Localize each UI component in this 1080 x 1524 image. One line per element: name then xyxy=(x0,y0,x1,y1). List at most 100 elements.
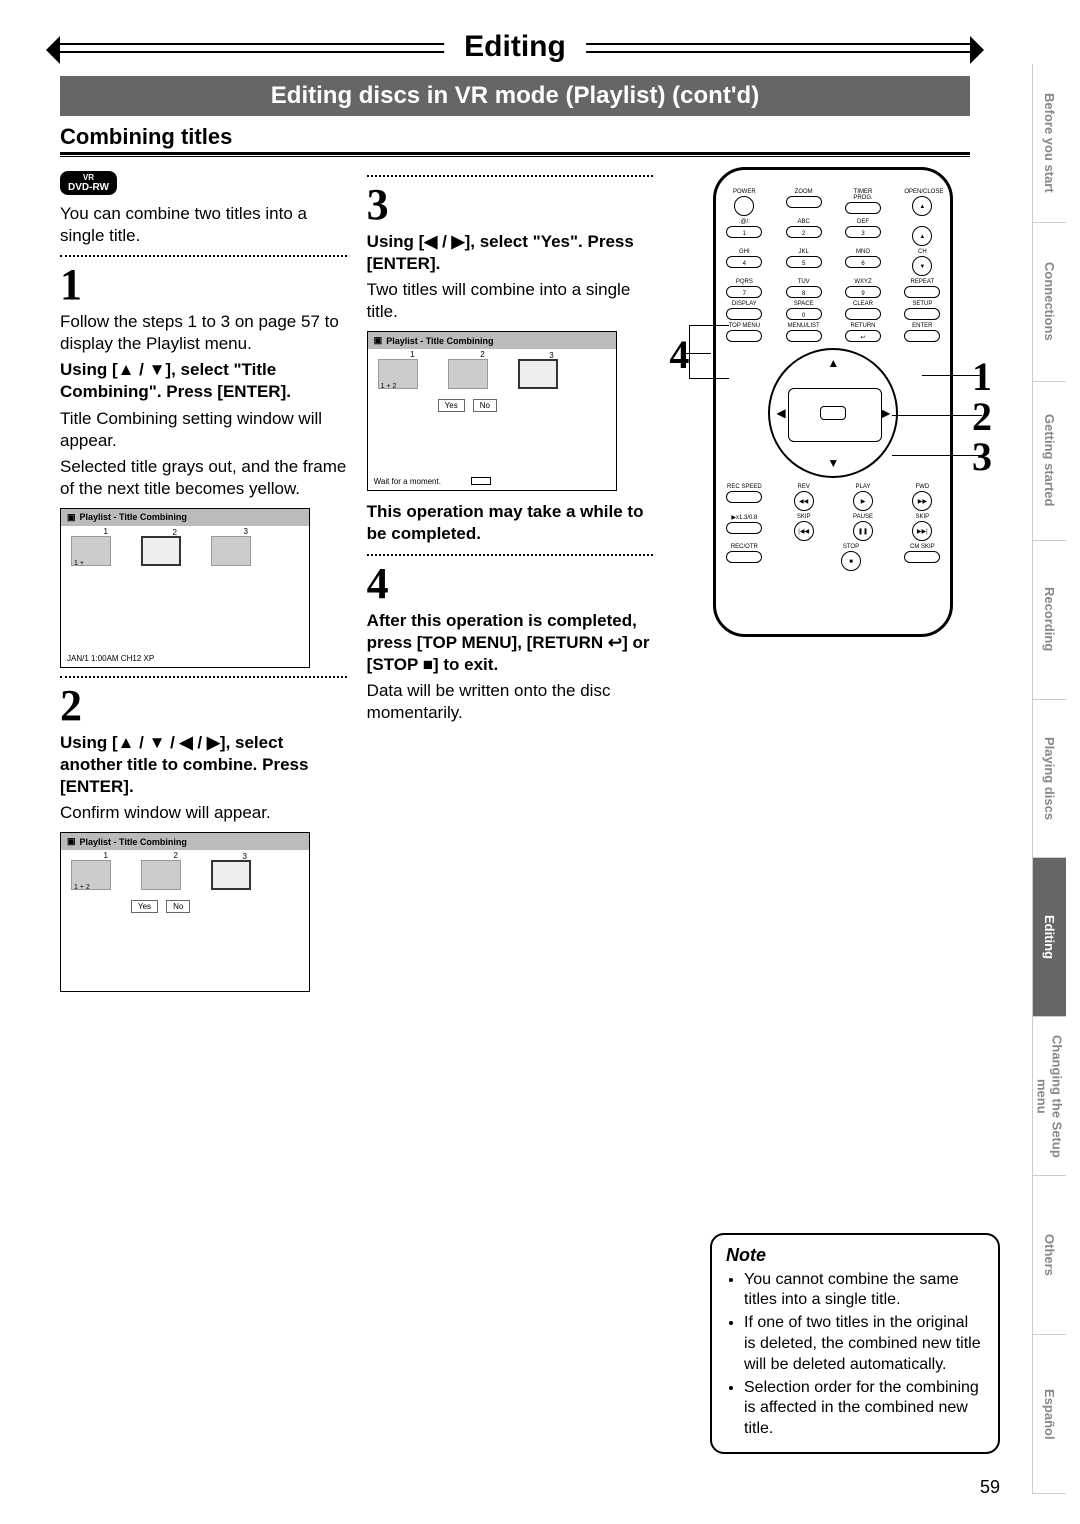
key-2: 2 xyxy=(786,226,822,238)
arrow-right-icon: ▶ xyxy=(881,406,890,420)
folder-icon: ▣ xyxy=(67,836,76,847)
key-4: 4 xyxy=(726,256,762,268)
dvd-rw-badge: VR DVD-RW xyxy=(60,171,117,195)
folder-icon: ▣ xyxy=(374,335,383,346)
key-0: 0 xyxy=(786,308,822,320)
screen-step3: ▣Playlist - Title Combining 11 + 2 2 3 Y… xyxy=(367,331,617,491)
tab-before-you-start: Before you start xyxy=(1032,64,1066,223)
zoom-button xyxy=(786,196,822,208)
progress-icon xyxy=(471,477,491,485)
key-5: 5 xyxy=(786,256,822,268)
intro-text: You can combine two titles into a single… xyxy=(60,203,347,247)
step-1-number: 1 xyxy=(60,263,347,307)
arrow-down-icon: ▼ xyxy=(827,456,839,470)
chapter-banner: Editing xyxy=(60,30,970,66)
thumb-3: 3 xyxy=(518,359,558,389)
note-item: You cannot combine the same titles into … xyxy=(744,1270,984,1312)
return-button: ↩ xyxy=(845,330,881,342)
no-option: No xyxy=(166,900,190,913)
step1-p3: Selected title grays out, and the frame … xyxy=(60,456,347,500)
key-9: 9 xyxy=(845,286,881,298)
step-4-number: 4 xyxy=(367,562,654,606)
thumb-1: 11 + 2 xyxy=(378,359,418,389)
step3-b2: This operation may take a while to be co… xyxy=(367,501,654,545)
yes-option: Yes xyxy=(438,399,465,412)
chapter-title: Editing xyxy=(444,30,586,64)
thumb-2: 2 xyxy=(141,536,181,566)
key-3: 3 xyxy=(845,226,881,238)
note-title: Note xyxy=(726,1245,984,1266)
column-left: VR DVD-RW You can combine two titles int… xyxy=(60,167,347,992)
step2-b1: Using [▲ / ▼ / ◀ / ▶], select another ti… xyxy=(60,732,347,798)
step1-p1: Follow the steps 1 to 3 on page 57 to di… xyxy=(60,311,347,355)
tab-recording: Recording xyxy=(1032,541,1066,700)
rec-speed-button xyxy=(726,491,762,503)
step-2-number: 2 xyxy=(60,684,347,728)
skip-back-button: |◀◀ xyxy=(794,521,814,541)
tab-editing: Editing xyxy=(1032,858,1066,1017)
callout-4: 4 xyxy=(669,331,689,378)
tab-connections: Connections xyxy=(1032,223,1066,382)
screen-step2: ▣Playlist - Title Combining 11 + 2 2 3 Y… xyxy=(60,832,310,992)
step3-p1: Two titles will combine into a single ti… xyxy=(367,279,654,323)
no-option: No xyxy=(473,399,497,412)
section-tabs: Before you start Connections Getting sta… xyxy=(1032,64,1066,1494)
thumb-2: 2 xyxy=(141,860,181,890)
power-button xyxy=(734,196,754,216)
thumb-3: 3 xyxy=(211,860,251,890)
step1-b1: Using [▲ / ▼], select "Title Combining".… xyxy=(60,359,347,403)
subtitle-bar: Editing discs in VR mode (Playlist) (con… xyxy=(60,76,970,116)
page-number: 59 xyxy=(980,1477,1000,1498)
tab-others: Others xyxy=(1032,1176,1066,1335)
note-box: Note You cannot combine the same titles … xyxy=(710,1233,1000,1454)
step4-p1: Data will be written onto the disc momen… xyxy=(367,680,654,724)
step2-p1: Confirm window will appear. xyxy=(60,802,347,824)
screen-step1: ▣Playlist - Title Combining 11 + 2 3 JAN… xyxy=(60,508,310,668)
step-3-number: 3 xyxy=(367,183,654,227)
d-pad: ▲ ▼ ◀ ▶ xyxy=(768,348,898,478)
skip-fwd-button: ▶▶| xyxy=(912,521,932,541)
thumb-3: 3 xyxy=(211,536,251,566)
cm-skip-button xyxy=(904,551,940,563)
thumb-2: 2 xyxy=(448,359,488,389)
top-menu-button xyxy=(726,330,762,342)
key-6: 6 xyxy=(845,256,881,268)
step4-b1: After this operation is completed, press… xyxy=(367,610,654,676)
thumb-1: 11 + 2 xyxy=(71,860,111,890)
play-button: ▶ xyxy=(853,491,873,511)
remote-diagram: POWER ZOOM TIMER PROG. OPEN/CLOSE▲ .@/:1… xyxy=(683,167,970,992)
key-7: 7 xyxy=(726,286,762,298)
folder-icon: ▣ xyxy=(67,512,76,523)
arrow-left-icon: ◀ xyxy=(776,406,785,420)
thumb-1: 11 + xyxy=(71,536,111,566)
ch-down: ▼ xyxy=(912,256,932,276)
speed-button xyxy=(726,522,762,534)
rev-button: ◀◀ xyxy=(794,491,814,511)
step3-b1: Using [◀ / ▶], select "Yes". Press [ENTE… xyxy=(367,231,654,275)
fwd-button: ▶▶ xyxy=(912,491,932,511)
tab-espanol: Español xyxy=(1032,1335,1066,1494)
arrow-up-icon: ▲ xyxy=(827,356,839,370)
page: Editing Editing discs in VR mode (Playli… xyxy=(0,0,1080,1524)
open-close-button: ▲ xyxy=(912,196,932,216)
ch-up: ▲ xyxy=(912,226,932,246)
enter-button xyxy=(904,330,940,342)
key-1: 1 xyxy=(726,226,762,238)
timer-button xyxy=(845,202,881,214)
column-middle: 3 Using [◀ / ▶], select "Yes". Press [EN… xyxy=(367,167,654,992)
bracket-4 xyxy=(689,325,729,379)
enter-center xyxy=(820,406,846,420)
menu-list-button xyxy=(786,330,822,342)
note-item: Selection order for the combining is aff… xyxy=(744,1378,984,1440)
pause-button: ❚❚ xyxy=(853,521,873,541)
display-button xyxy=(726,308,762,320)
clear-button xyxy=(845,308,881,320)
step1-p2: Title Combining setting window will appe… xyxy=(60,408,347,452)
stop-button: ■ xyxy=(841,551,861,571)
rec-button xyxy=(726,551,762,563)
callout-3: 3 xyxy=(972,433,992,480)
note-item: If one of two titles in the original is … xyxy=(744,1313,984,1375)
repeat-button xyxy=(904,286,940,298)
key-8: 8 xyxy=(786,286,822,298)
tab-changing-setup: Changing the Setup menu xyxy=(1032,1017,1066,1176)
